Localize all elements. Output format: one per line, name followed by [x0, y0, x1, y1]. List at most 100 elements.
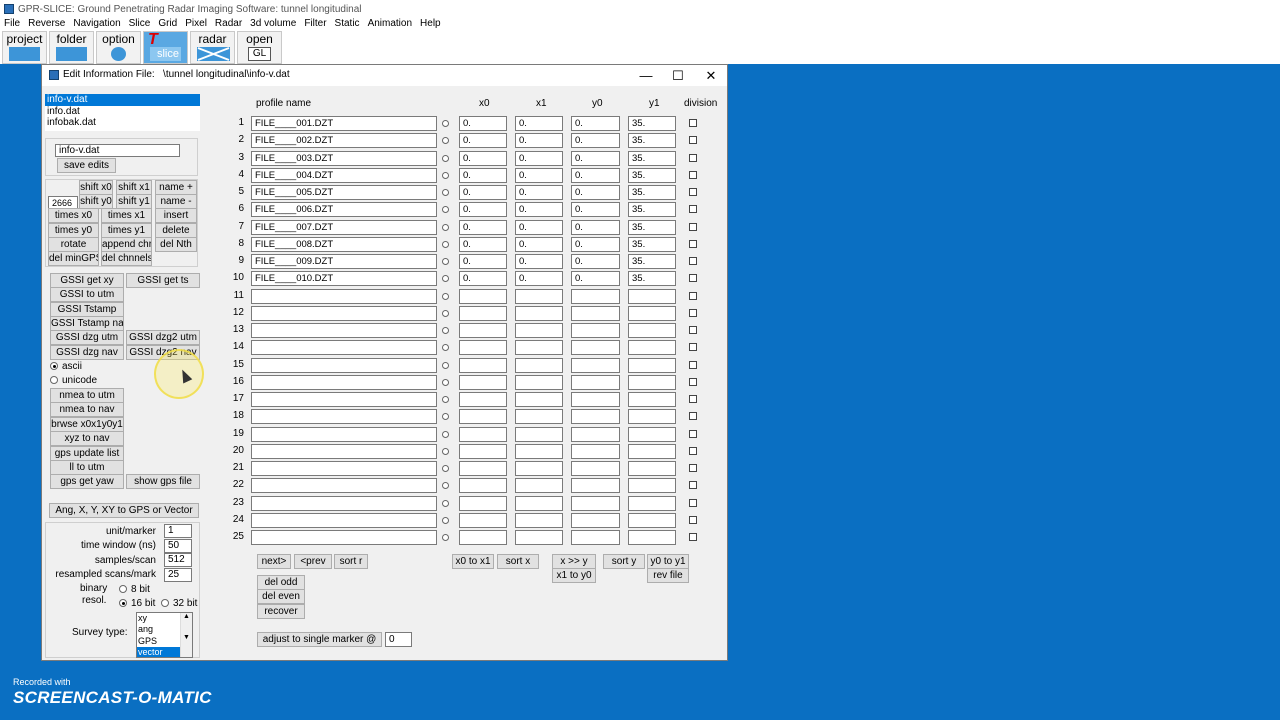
row-select-radio[interactable] — [442, 120, 449, 127]
x1-field[interactable]: 0. — [515, 254, 563, 269]
menu-animation[interactable]: Animation — [364, 17, 416, 30]
x1-field[interactable]: 0. — [515, 220, 563, 235]
profile-name-field[interactable]: FILE____006.DZT — [251, 202, 437, 217]
ang-to-gps-vector-button[interactable]: Ang, X, Y, XY to GPS or Vector — [49, 503, 199, 518]
row-select-radio[interactable] — [442, 431, 449, 438]
nmea-to-utm-button[interactable]: nmea to utm — [50, 388, 124, 403]
toolbar-project-button[interactable]: project — [2, 31, 47, 64]
division-checkbox[interactable] — [689, 412, 697, 420]
xyz-to-nav-button[interactable]: xyz to nav — [50, 431, 124, 446]
x0-field[interactable]: 0. — [459, 271, 507, 286]
x1-field[interactable] — [515, 323, 563, 338]
profile-name-field[interactable] — [251, 461, 437, 476]
x1-field[interactable] — [515, 289, 563, 304]
y0-field[interactable] — [571, 358, 620, 373]
list-item[interactable]: info.dat — [45, 106, 200, 118]
row-select-radio[interactable] — [442, 500, 449, 507]
gssi-dzg2-utm-button[interactable]: GSSI dzg2 utm — [126, 330, 200, 345]
x0-field[interactable] — [459, 409, 507, 424]
y0-field[interactable] — [571, 513, 620, 528]
x1-field[interactable] — [515, 358, 563, 373]
menu-help[interactable]: Help — [416, 17, 445, 30]
profile-name-field[interactable]: FILE____003.DZT — [251, 151, 437, 166]
y1-field[interactable] — [628, 513, 676, 528]
profile-name-field[interactable]: FILE____001.DZT — [251, 116, 437, 131]
row-select-radio[interactable] — [442, 137, 449, 144]
gps-update-list-button[interactable]: gps update list — [50, 446, 124, 461]
division-checkbox[interactable] — [689, 309, 697, 317]
sort-r-button[interactable]: sort r — [334, 554, 368, 569]
del-chnnels-button[interactable]: del chnnels — [101, 251, 152, 266]
gps-get-yaw-button[interactable]: gps get yaw — [50, 474, 124, 489]
del-odd-button[interactable]: del odd — [257, 575, 305, 590]
division-checkbox[interactable] — [689, 481, 697, 489]
division-checkbox[interactable] — [689, 395, 697, 403]
row-select-radio[interactable] — [442, 224, 449, 231]
x0-field[interactable] — [459, 530, 507, 545]
toolbar-open-gl-button[interactable]: open GL — [237, 31, 282, 64]
gssi-dzg-nav-button[interactable]: GSSI dzg nav — [50, 345, 124, 360]
y0-field[interactable]: 0. — [571, 237, 620, 252]
y1-field[interactable]: 35. — [628, 151, 676, 166]
time-window-input[interactable]: 50 — [164, 539, 192, 553]
profile-name-field[interactable]: FILE____004.DZT — [251, 168, 437, 183]
y1-field[interactable] — [628, 392, 676, 407]
y0-field[interactable] — [571, 289, 620, 304]
y0-field[interactable]: 0. — [571, 116, 620, 131]
y1-field[interactable]: 35. — [628, 168, 676, 183]
x0-field[interactable] — [459, 358, 507, 373]
x1-field[interactable]: 0. — [515, 202, 563, 217]
16-bit-radio[interactable] — [119, 599, 127, 607]
shift-y0-button[interactable]: shift y0 — [79, 194, 113, 209]
list-item[interactable]: infobak.dat — [45, 117, 200, 129]
toolbar-option-button[interactable]: option — [96, 31, 141, 64]
y0-field[interactable]: 0. — [571, 168, 620, 183]
del-nth-button[interactable]: del Nth — [155, 237, 197, 252]
x1-field[interactable] — [515, 427, 563, 442]
recover-button[interactable]: recover — [257, 604, 305, 619]
row-select-radio[interactable] — [442, 517, 449, 524]
row-select-radio[interactable] — [442, 534, 449, 541]
menu-static[interactable]: Static — [331, 17, 364, 30]
y1-field[interactable] — [628, 323, 676, 338]
y1-field[interactable] — [628, 444, 676, 459]
y0-field[interactable] — [571, 323, 620, 338]
row-select-radio[interactable] — [442, 448, 449, 455]
profile-name-field[interactable] — [251, 375, 437, 390]
profile-name-field[interactable] — [251, 306, 437, 321]
row-select-radio[interactable] — [442, 172, 449, 179]
x1-field[interactable] — [515, 461, 563, 476]
y0-field[interactable]: 0. — [571, 254, 620, 269]
gssi-to-utm-button[interactable]: GSSI to utm — [50, 287, 124, 302]
name-plus-button[interactable]: name + — [155, 180, 197, 195]
x1-field[interactable] — [515, 444, 563, 459]
nmea-to-nav-button[interactable]: nmea to nav — [50, 402, 124, 417]
next-button[interactable]: next> — [257, 554, 291, 569]
gssi-dzg-utm-button[interactable]: GSSI dzg utm — [50, 330, 124, 345]
x1-field[interactable] — [515, 409, 563, 424]
list-item[interactable]: info-v.dat — [45, 94, 200, 106]
row-select-radio[interactable] — [442, 241, 449, 248]
y1-field[interactable] — [628, 375, 676, 390]
close-button[interactable]: ✕ — [698, 66, 724, 85]
y0-field[interactable] — [571, 306, 620, 321]
x1-field[interactable]: 0. — [515, 168, 563, 183]
row-select-radio[interactable] — [442, 379, 449, 386]
show-gps-file-button[interactable]: show gps file — [126, 474, 200, 489]
y1-field[interactable] — [628, 478, 676, 493]
gssi-tstamp-button[interactable]: GSSI Tstamp — [50, 302, 124, 317]
y1-field[interactable] — [628, 496, 676, 511]
y1-field[interactable] — [628, 530, 676, 545]
ll-to-utm-button[interactable]: ll to utm — [50, 460, 124, 475]
division-checkbox[interactable] — [689, 171, 697, 179]
x1-field[interactable]: 0. — [515, 151, 563, 166]
y0-field[interactable] — [571, 427, 620, 442]
x1-field[interactable]: 0. — [515, 133, 563, 148]
adjust-single-marker-button[interactable]: adjust to single marker @ — [257, 632, 382, 647]
save-edits-button[interactable]: save edits — [57, 158, 116, 173]
unicode-radio[interactable] — [50, 376, 58, 384]
division-checkbox[interactable] — [689, 499, 697, 507]
insert-button[interactable]: insert — [155, 208, 197, 223]
x0-field[interactable] — [459, 323, 507, 338]
y1-field[interactable]: 35. — [628, 220, 676, 235]
